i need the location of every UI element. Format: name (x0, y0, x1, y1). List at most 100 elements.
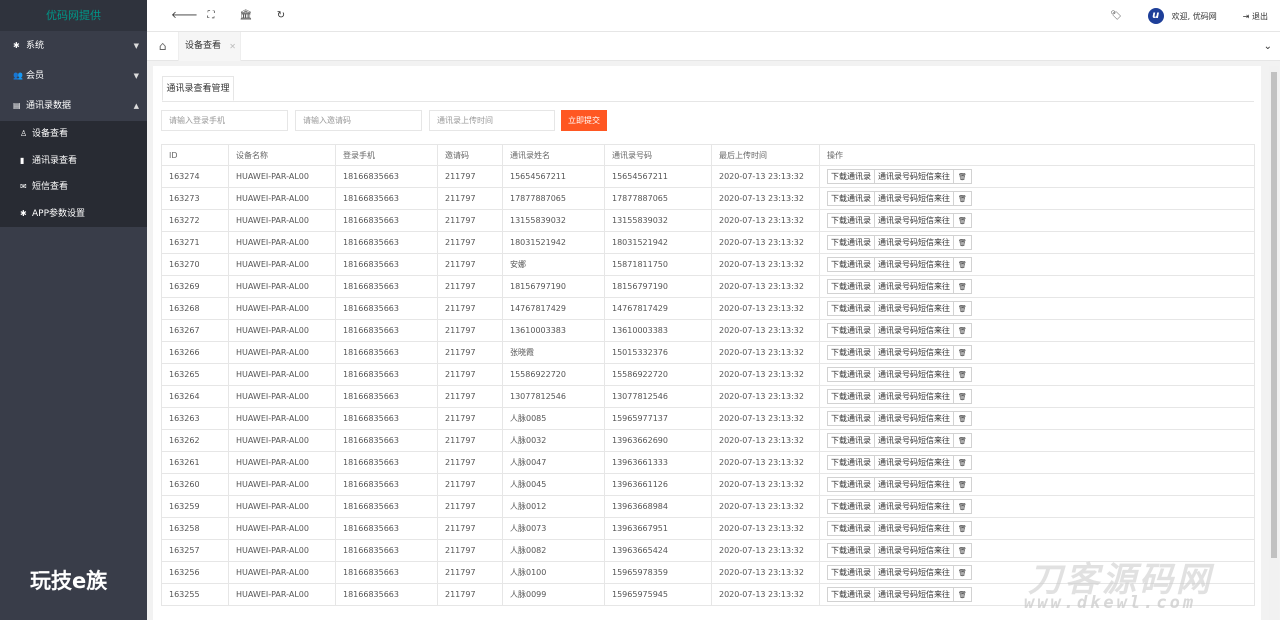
download-contacts-button[interactable]: 下载通讯录 (827, 345, 875, 360)
tab-contacts-manage[interactable]: 通讯录查看管理 (162, 76, 234, 101)
sidebar-item-0[interactable]: ✱ 系统 ▼ (0, 31, 147, 61)
contact-sms-button[interactable]: 通讯录号码短信来往 (874, 521, 954, 536)
delete-button[interactable]: 🗑 (953, 235, 972, 250)
download-contacts-button[interactable]: 下载通讯录 (827, 279, 875, 294)
home-icon[interactable]: ⌂ (147, 32, 179, 61)
submenu-item-1[interactable]: ▮ 通讯录查看 (0, 148, 147, 175)
contact-sms-button[interactable]: 通讯录号码短信来往 (874, 191, 954, 206)
device-name-cell: HUAWEI-PAR-AL00 (228, 583, 336, 606)
tag-icon[interactable]: 🏷 (1110, 11, 1121, 21)
back-arrow-icon[interactable]: 🡐 (171, 9, 198, 23)
delete-button[interactable]: 🗑 (953, 587, 972, 602)
table-row: 163269 HUAWEI-PAR-AL00 18166835663 211797 18… (161, 275, 1255, 298)
download-contacts-button[interactable]: 下载通讯录 (827, 367, 875, 382)
table-row: 163274 HUAWEI-PAR-AL00 18166835663 211797 15… (161, 165, 1255, 188)
download-contacts-button[interactable]: 下载通讯录 (827, 191, 875, 206)
submenu-item-0[interactable]: ♙ 设备查看 (0, 121, 147, 148)
contact-sms-button[interactable]: 通讯录号码短信来往 (874, 279, 954, 294)
contact-sms-button[interactable]: 通讯录号码短信来往 (874, 257, 954, 272)
contact-sms-button[interactable]: 通讯录号码短信来往 (874, 367, 954, 382)
app-logo[interactable]: 优码网提供 (0, 0, 147, 31)
download-contacts-button[interactable]: 下载通讯录 (827, 169, 875, 184)
delete-button[interactable]: 🗑 (953, 301, 972, 316)
bank-icon[interactable]: 🏛 (239, 9, 253, 23)
download-contacts-button[interactable]: 下载通讯录 (827, 499, 875, 514)
submenu-item-2[interactable]: ✉ 短信查看 (0, 174, 147, 201)
contact-sms-button[interactable]: 通讯录号码短信来往 (874, 587, 954, 602)
delete-button[interactable]: 🗑 (953, 455, 972, 470)
delete-button[interactable]: 🗑 (953, 565, 972, 580)
contact-name-cell: 15586922720 (502, 363, 605, 386)
download-contacts-button[interactable]: 下载通讯录 (827, 477, 875, 492)
contact-sms-button[interactable]: 通讯录号码短信来往 (874, 301, 954, 316)
sidebar-item-label: 通讯录数据 (26, 101, 72, 111)
invite-code-input[interactable] (295, 110, 422, 131)
delete-button[interactable]: 🗑 (953, 543, 972, 558)
sidebar-item-1[interactable]: 👥 会员 ▼ (0, 61, 147, 91)
contact-sms-button[interactable]: 通讯录号码短信来往 (874, 499, 954, 514)
contact-sms-button[interactable]: 通讯录号码短信来往 (874, 411, 954, 426)
welcome-text[interactable]: 欢迎, 优码网 (1172, 11, 1217, 22)
sidebar-item-2[interactable]: ▤ 通讯录数据 ▲ (0, 91, 147, 121)
login-phone-cell: 18166835663 (335, 495, 438, 518)
download-contacts-button[interactable]: 下载通讯录 (827, 433, 875, 448)
delete-button[interactable]: 🗑 (953, 477, 972, 492)
chevron-down-icon[interactable]: ⌄ (1264, 32, 1272, 61)
tab-device-view[interactable]: 设备查看 ✕ (179, 32, 241, 61)
avatar[interactable]: u (1147, 8, 1164, 24)
delete-button[interactable]: 🗑 (953, 257, 972, 272)
contact-sms-button[interactable]: 通讯录号码短信来往 (874, 389, 954, 404)
column-header: 登录手机 (335, 144, 438, 166)
delete-button[interactable]: 🗑 (953, 521, 972, 536)
contact-sms-button[interactable]: 通讯录号码短信来往 (874, 455, 954, 470)
download-contacts-button[interactable]: 下载通讯录 (827, 301, 875, 316)
download-contacts-button[interactable]: 下载通讯录 (827, 455, 875, 470)
close-icon[interactable]: ✕ (229, 32, 236, 61)
contact-sms-button[interactable]: 通讯录号码短信来往 (874, 565, 954, 580)
delete-button[interactable]: 🗑 (953, 279, 972, 294)
login-phone-input[interactable] (161, 110, 288, 131)
download-contacts-button[interactable]: 下载通讯录 (827, 389, 875, 404)
download-contacts-button[interactable]: 下载通讯录 (827, 323, 875, 338)
upload-time-cell: 2020-07-13 23:13:32 (711, 209, 820, 232)
download-contacts-button[interactable]: 下载通讯录 (827, 257, 875, 272)
delete-button[interactable]: 🗑 (953, 213, 972, 228)
contact-sms-button[interactable]: 通讯录号码短信来往 (874, 345, 954, 360)
logout-button[interactable]: ⇥ 退出 (1243, 11, 1268, 22)
scrollbar-thumb[interactable] (1271, 72, 1277, 558)
submit-button[interactable]: 立即提交 (561, 110, 607, 131)
upload-time-input[interactable] (429, 110, 555, 131)
delete-button[interactable]: 🗑 (953, 367, 972, 382)
contact-sms-button[interactable]: 通讯录号码短信来往 (874, 235, 954, 250)
device-name-cell: HUAWEI-PAR-AL00 (228, 275, 336, 298)
delete-button[interactable]: 🗑 (953, 345, 972, 360)
download-contacts-button[interactable]: 下载通讯录 (827, 565, 875, 580)
download-contacts-button[interactable]: 下载通讯录 (827, 587, 875, 602)
contact-sms-button[interactable]: 通讯录号码短信来往 (874, 169, 954, 184)
fullscreen-icon[interactable]: ⛶ (204, 9, 218, 23)
submenu-item-3[interactable]: ✱ APP参数设置 (0, 201, 147, 228)
download-contacts-button[interactable]: 下载通讯录 (827, 543, 875, 558)
download-contacts-button[interactable]: 下载通讯录 (827, 235, 875, 250)
contact-sms-button[interactable]: 通讯录号码短信来往 (874, 477, 954, 492)
delete-button[interactable]: 🗑 (953, 191, 972, 206)
delete-button[interactable]: 🗑 (953, 499, 972, 514)
table-row: 163273 HUAWEI-PAR-AL00 18166835663 211797 17… (161, 187, 1255, 210)
contacts-table: ID 设备名称 登录手机 邀请码 通讯录姓名 通讯录号码 最后上传时间 操作 163274 HU… (161, 144, 1255, 606)
contact-name-cell: 人脉0047 (502, 451, 605, 474)
delete-button[interactable]: 🗑 (953, 433, 972, 448)
download-contacts-button[interactable]: 下载通讯录 (827, 213, 875, 228)
contact-sms-button[interactable]: 通讯录号码短信来往 (874, 543, 954, 558)
delete-button[interactable]: 🗑 (953, 323, 972, 338)
refresh-icon[interactable]: ↻ (274, 9, 288, 23)
contact-sms-button[interactable]: 通讯录号码短信来往 (874, 433, 954, 448)
contact-sms-button[interactable]: 通讯录号码短信来往 (874, 323, 954, 338)
delete-button[interactable]: 🗑 (953, 169, 972, 184)
invite-code-cell: 211797 (437, 165, 503, 188)
download-contacts-button[interactable]: 下载通讯录 (827, 411, 875, 426)
contact-sms-button[interactable]: 通讯录号码短信来往 (874, 213, 954, 228)
delete-button[interactable]: 🗑 (953, 411, 972, 426)
actions-cell: 下载通讯录 通讯录号码短信来往 🗑 (819, 253, 1255, 276)
download-contacts-button[interactable]: 下载通讯录 (827, 521, 875, 536)
delete-button[interactable]: 🗑 (953, 389, 972, 404)
